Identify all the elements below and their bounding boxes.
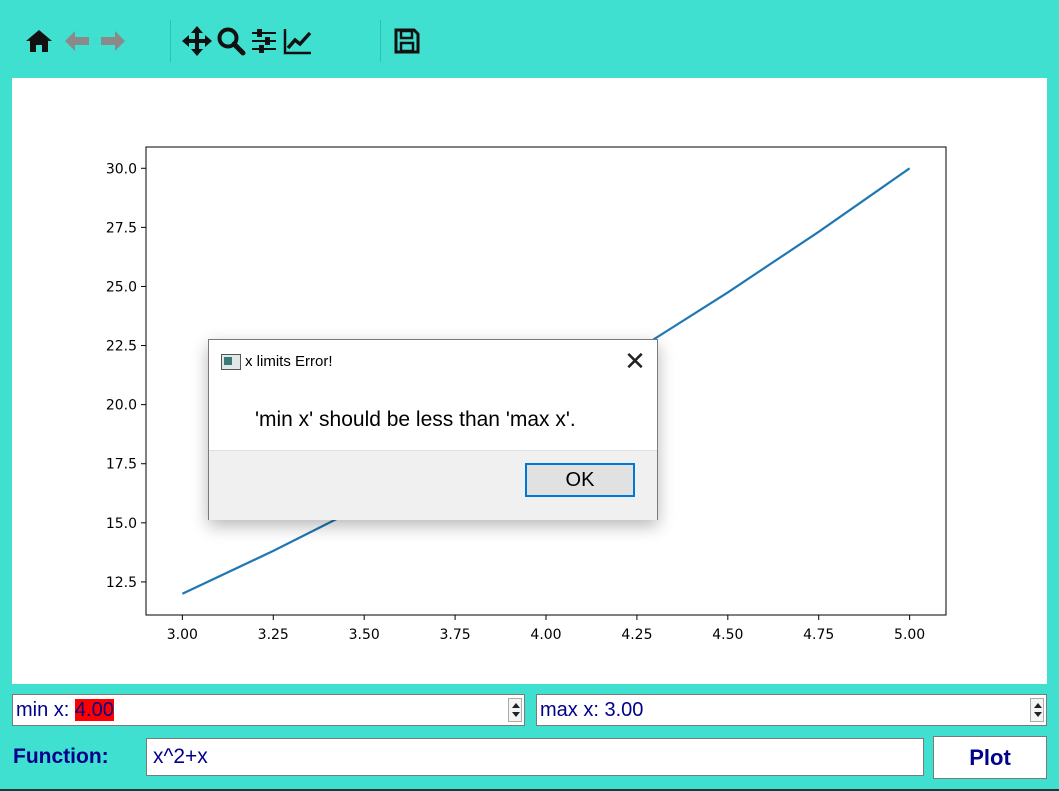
y-tick-label: 30.0 [106, 161, 137, 177]
edit-axis-button[interactable] [281, 22, 315, 60]
x-tick-label: 4.00 [530, 627, 561, 643]
y-tick-label: 17.5 [106, 457, 137, 473]
min-x-label: min x: [16, 699, 75, 721]
spin-up-icon[interactable] [1034, 703, 1042, 708]
y-tick-label: 15.0 [106, 516, 137, 532]
min-x-spinbox[interactable]: min x: 4.00 [12, 694, 525, 726]
max-x-label: max x: [540, 699, 605, 721]
y-tick-label: 20.0 [106, 398, 137, 414]
spin-down-icon[interactable] [1034, 712, 1042, 717]
configure-subplots-button[interactable] [247, 22, 281, 60]
min-x-value[interactable]: 4.00 [74, 699, 114, 721]
close-icon[interactable]: ✕ [619, 346, 651, 376]
min-x-label-row: min x: 4.00 [16, 699, 114, 722]
toolbar-separator [380, 20, 381, 62]
dialog-footer: OK [209, 450, 657, 520]
x-tick-label: 5.00 [894, 627, 925, 643]
home-button[interactable] [22, 22, 56, 60]
x-tick-label: 3.00 [167, 627, 198, 643]
ok-button[interactable]: OK [525, 463, 635, 497]
x-tick-label: 4.50 [712, 627, 743, 643]
zoom-button[interactable] [214, 22, 248, 60]
save-button[interactable] [390, 22, 424, 60]
pan-icon [182, 26, 212, 56]
dialog-message: 'min x' should be less than 'max x'. [255, 408, 576, 431]
back-arrow-icon [65, 31, 89, 51]
max-x-stepper[interactable] [1030, 698, 1044, 722]
navigation-toolbar [0, 0, 1059, 78]
pan-button[interactable] [180, 22, 214, 60]
window-app-icon [221, 354, 241, 370]
min-x-stepper[interactable] [508, 698, 522, 722]
edit-axis-icon [283, 29, 312, 55]
back-button[interactable] [60, 22, 94, 60]
max-x-value[interactable]: 3.00 [604, 699, 643, 721]
y-tick-label: 22.5 [106, 339, 137, 355]
spin-down-icon[interactable] [512, 712, 520, 717]
spin-up-icon[interactable] [512, 703, 520, 708]
y-tick-label: 12.5 [106, 575, 137, 591]
x-tick-label: 3.25 [258, 627, 289, 643]
toolbar-separator [170, 20, 171, 62]
function-label: Function: [13, 745, 109, 768]
error-dialog: x limits Error! ✕ 'min x' should be less… [208, 339, 658, 520]
y-tick-label: 25.0 [106, 279, 137, 295]
max-x-label-row: max x: 3.00 [540, 699, 643, 722]
x-tick-label: 4.75 [803, 627, 834, 643]
forward-arrow-icon [101, 31, 125, 51]
dialog-titlebar[interactable]: x limits Error! ✕ [209, 340, 657, 380]
save-icon [394, 28, 420, 54]
max-x-spinbox[interactable]: max x: 3.00 [536, 694, 1047, 726]
dialog-title: x limits Error! [245, 353, 333, 370]
x-tick-label: 4.25 [621, 627, 652, 643]
x-tick-label: 3.50 [349, 627, 380, 643]
zoom-icon [217, 27, 246, 56]
configure-subplots-icon [252, 29, 276, 53]
app-window: 3.00 3.25 3.50 3.75 4.00 4.25 4.50 4.75 5.00 12.5… [0, 0, 1059, 791]
forward-button[interactable] [96, 22, 130, 60]
plot-button[interactable]: Plot [933, 736, 1047, 779]
function-input[interactable] [146, 738, 924, 776]
x-tick-label: 3.75 [440, 627, 471, 643]
y-tick-label: 27.5 [106, 220, 137, 236]
home-icon [26, 30, 52, 52]
